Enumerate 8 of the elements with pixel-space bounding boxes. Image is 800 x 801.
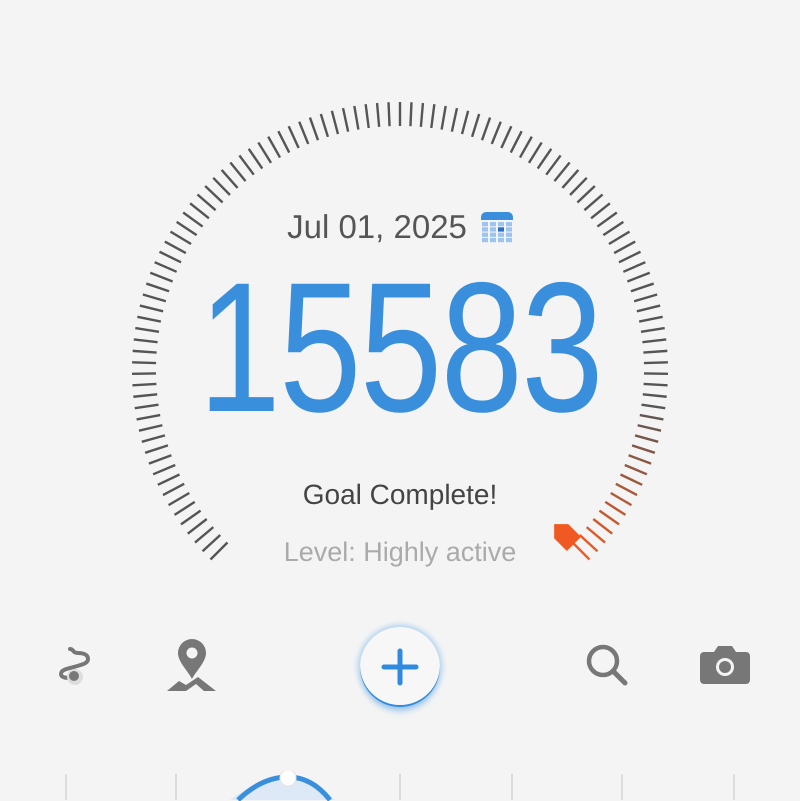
plus-icon <box>380 647 420 688</box>
add-button[interactable] <box>360 627 440 708</box>
step-count: 15583 <box>198 256 602 441</box>
activity-level: Level: Highly active <box>284 537 516 568</box>
goal-message: Goal Complete! <box>302 479 498 511</box>
gauge-marker <box>554 524 582 552</box>
date-label: Jul 01, 2025 <box>287 208 467 246</box>
calendar-icon[interactable] <box>480 211 513 243</box>
